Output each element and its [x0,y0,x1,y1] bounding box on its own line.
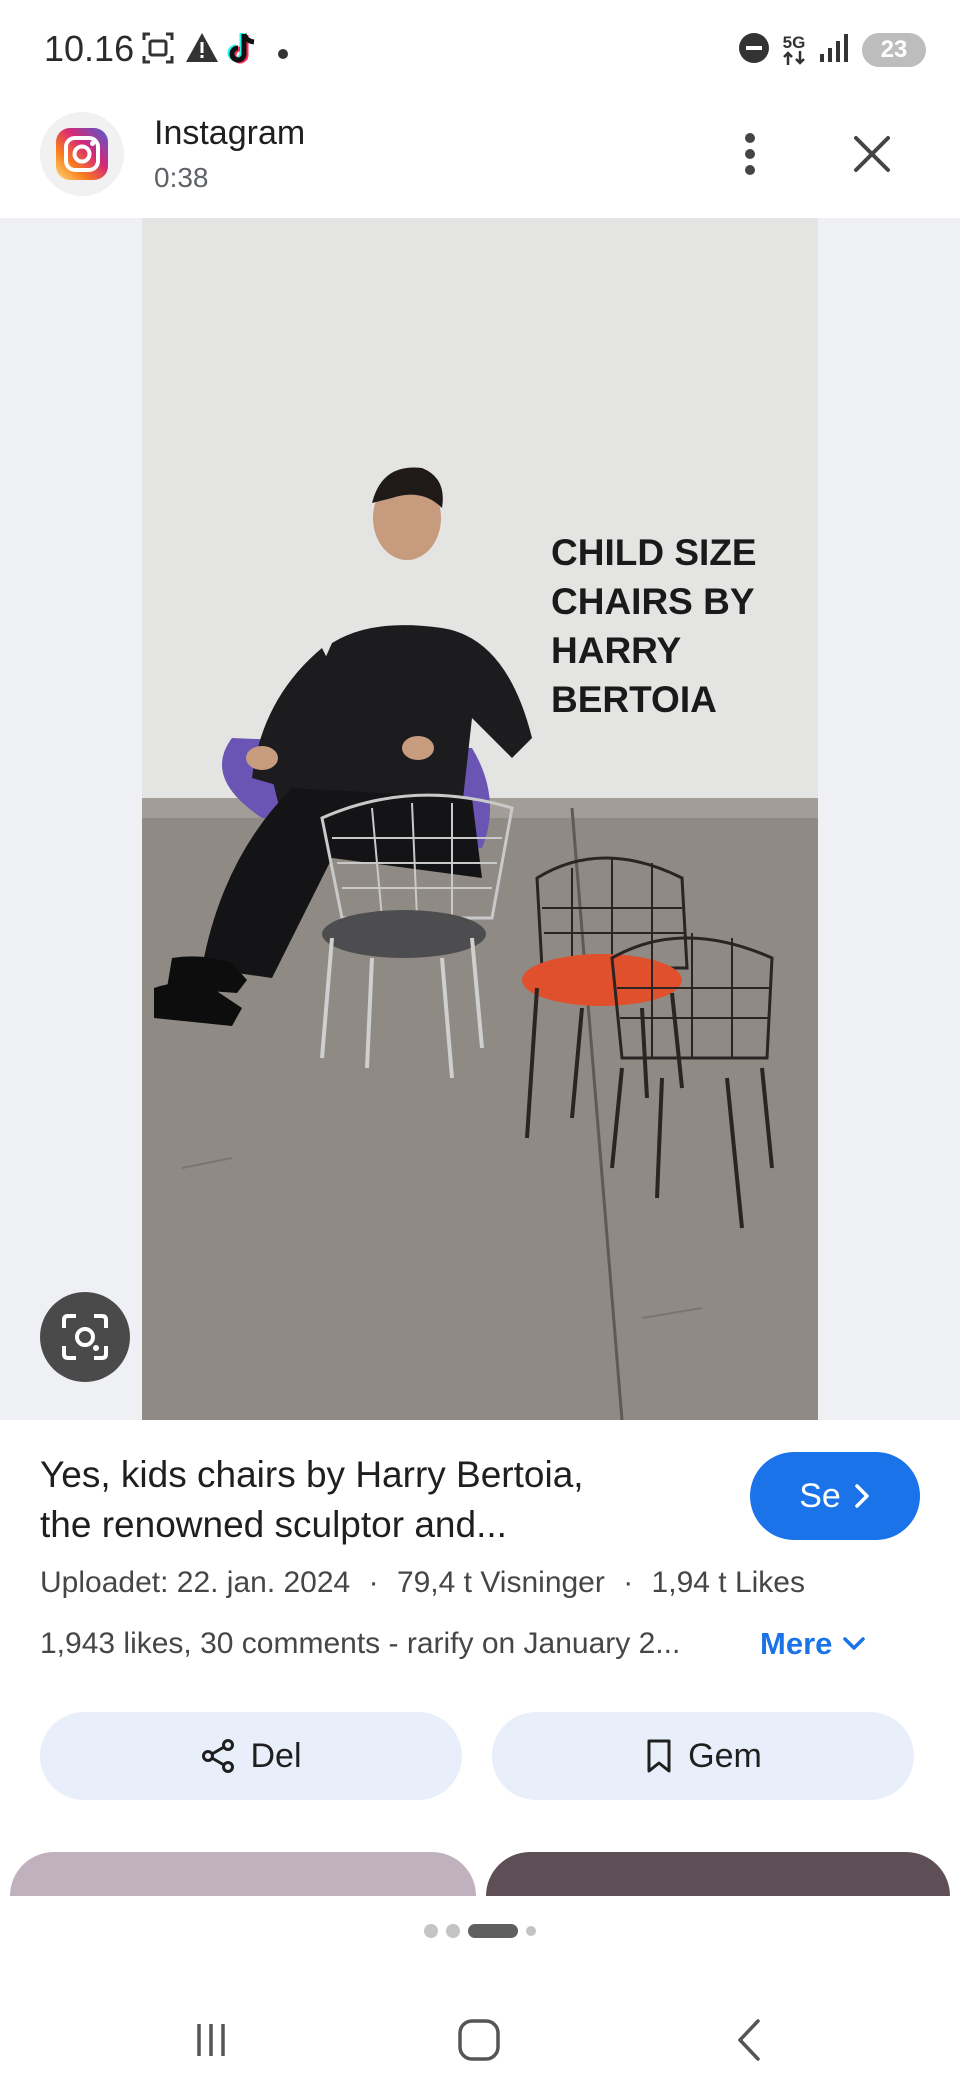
overlay-line: CHAIRS BY [551,581,755,622]
bottom-area [0,1896,960,2080]
source-header: Instagram 0:38 [0,100,960,218]
separator: · [623,1566,634,1599]
result-title-line: the renowned sculptor and... [40,1504,507,1545]
result-title-line: Yes, kids chairs by Harry Bertoia, [40,1454,584,1495]
page-dot [424,1924,438,1938]
notification-dot-icon [278,46,288,64]
upload-date: Uploadet: 22. jan. 2024 [40,1566,351,1599]
recent-apps-button[interactable] [176,2010,246,2070]
overlay-line: BERTOIA [551,679,717,720]
preview-image[interactable]: CHILD SIZE CHAIRS BY HARRY BERTOIA [142,218,818,1420]
lens-icon [62,1314,108,1360]
related-image-thumbnail[interactable] [486,1852,950,1896]
chevron-right-icon [855,1484,869,1508]
instagram-icon[interactable] [40,112,124,196]
google-lens-button[interactable] [40,1292,130,1382]
page-dot-active [468,1924,518,1938]
home-icon [458,2019,500,2061]
like-count: 1,94 t Likes [651,1566,805,1599]
signal-icon [818,32,850,69]
screenshot-icon [140,30,176,71]
tiktok-icon [224,30,260,71]
image-preview-area: CHILD SIZE CHAIRS BY HARRY BERTOIA [0,218,960,1420]
description-text: 1,943 likes, 30 comments - rarify on Jan… [40,1627,681,1660]
home-button[interactable] [444,2010,514,2070]
share-label: Del [250,1736,302,1775]
system-navigation-bar [0,2000,960,2080]
overlay-line: CHILD SIZE [551,532,757,573]
video-duration: 0:38 [154,162,209,193]
visit-button[interactable]: Se [750,1452,920,1540]
warning-icon [184,30,220,71]
chevron-down-icon [843,1637,866,1650]
view-count: 79,4 t Visninger [396,1566,605,1599]
more-toggle[interactable]: Mere [760,1626,866,1662]
overlay-line: HARRY [551,630,682,671]
status-time: 10.16 [44,28,135,69]
result-description: 1,943 likes, 30 comments - rarify on Jan… [40,1626,920,1662]
source-name[interactable]: Instagram [154,114,305,153]
recent-apps-icon [197,2024,225,2056]
bookmark-icon [647,1739,671,1773]
back-icon [738,2019,760,2061]
result-title[interactable]: Yes, kids chairs by Harry Bertoia, the r… [40,1450,700,1550]
more-label: Mere [760,1626,833,1661]
visit-button-label: Se [799,1476,841,1515]
separator: · [368,1566,379,1599]
back-button[interactable] [714,2010,784,2070]
do-not-disturb-icon [738,32,770,69]
share-button[interactable]: Del [40,1712,462,1800]
related-image-thumbnail[interactable] [10,1852,476,1896]
image-overlay-text: CHILD SIZE CHAIRS BY HARRY BERTOIA [551,528,791,724]
save-label: Gem [688,1736,762,1775]
status-indicators: 5G 23 [738,30,926,70]
result-metadata: Uploadet: 22. jan. 2024 · 79,4 t Visning… [40,1566,940,1600]
share-icon [202,1739,235,1773]
page-dot [446,1924,460,1938]
more-options-button[interactable] [724,122,776,186]
page-dot [526,1926,536,1936]
page-indicator [0,1924,960,1938]
status-bar: 10.16 5G 23 [0,0,960,100]
save-button[interactable]: Gem [492,1712,914,1800]
close-button[interactable] [840,122,904,186]
battery-indicator: 23 [862,33,926,67]
close-icon [854,136,890,172]
page: 10.16 5G 23 Instagram 0:38 CHILD SIZE CH… [0,0,960,2080]
network-type-icon: 5G [782,34,806,65]
